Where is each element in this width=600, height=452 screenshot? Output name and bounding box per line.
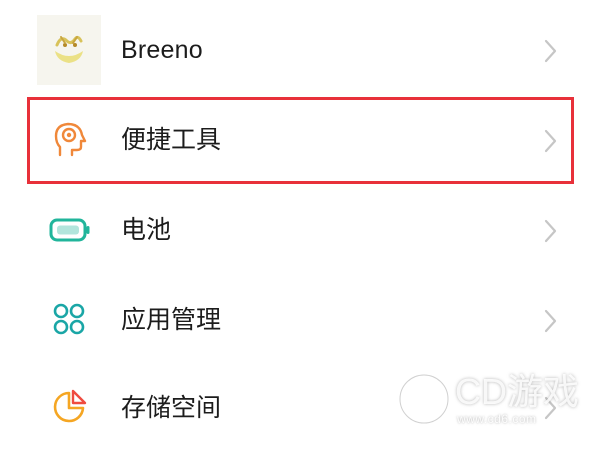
convenience-tools-icon [54,122,87,157]
chevron-right-icon [544,396,557,420]
chevron-right-icon [544,39,557,63]
settings-list: Breeno 便捷工具 电池 应用管理 存储空间 [0,0,600,450]
breeno-app-icon [37,15,101,85]
settings-item-label: 存储空间 [121,393,222,422]
settings-item-label: 电池 [121,215,172,244]
settings-item-storage[interactable]: 存储空间 [0,362,600,452]
settings-item-label: 便捷工具 [121,125,222,154]
settings-item-breeno[interactable]: Breeno [0,5,600,95]
settings-item-convenience-tools[interactable]: 便捷工具 [0,95,600,185]
storage-icon [53,389,87,423]
settings-item-label: 应用管理 [121,305,222,334]
battery-icon [49,218,90,242]
settings-item-label: Breeno [121,36,203,64]
chevron-right-icon [544,309,557,333]
settings-item-battery[interactable]: 电池 [0,185,600,275]
app-management-icon [53,303,85,335]
chevron-right-icon [544,219,557,243]
chevron-right-icon [544,129,557,153]
settings-item-app-management[interactable]: 应用管理 [0,275,600,365]
